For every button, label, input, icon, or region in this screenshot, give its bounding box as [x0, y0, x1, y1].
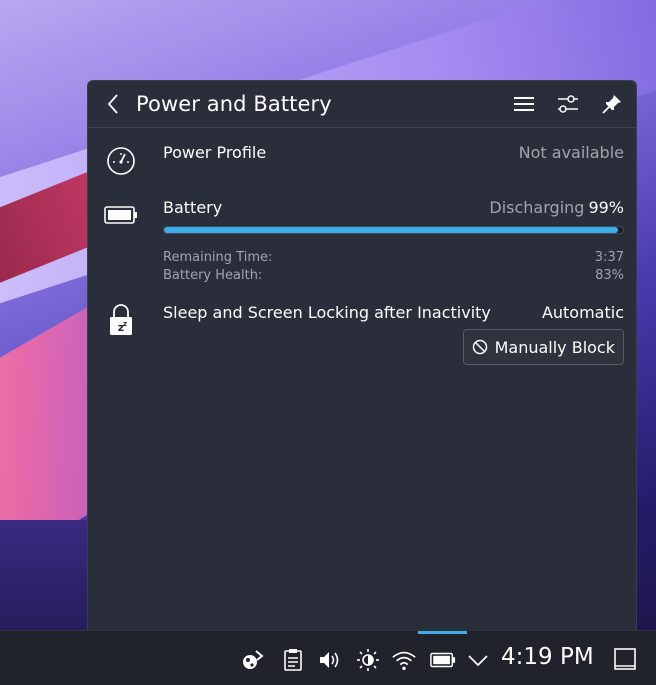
configure-button[interactable]	[556, 92, 580, 116]
manually-block-label: Manually Block	[494, 337, 615, 357]
hamburger-menu-icon	[514, 97, 534, 111]
battery-health-row: Battery Health: 83%	[163, 268, 624, 283]
brightness-icon[interactable]	[355, 647, 381, 673]
show-desktop-button[interactable]	[614, 648, 638, 672]
battery-status: Discharging 99%	[489, 198, 624, 217]
network-share-icon[interactable]	[240, 647, 266, 673]
back-button[interactable]	[102, 90, 124, 118]
sleep-label: Sleep and Screen Locking after Inactivit…	[163, 303, 491, 322]
show-desktop-icon	[614, 648, 636, 670]
popup-header: Power and Battery	[88, 81, 636, 128]
battery-icon[interactable]	[430, 647, 456, 673]
remaining-time-value: 3:37	[594, 250, 624, 265]
battery-full-icon	[104, 198, 138, 232]
battery-health-value: 83%	[595, 268, 624, 283]
battery-label: Battery	[163, 198, 223, 217]
battery-state-text: Discharging	[489, 198, 585, 217]
chevron-down-icon[interactable]	[465, 647, 491, 673]
pin-icon	[602, 95, 621, 114]
clipboard-icon[interactable]	[280, 647, 306, 673]
sleep-value: Automatic	[541, 303, 624, 322]
battery-progress-bar	[163, 226, 624, 234]
wifi-icon[interactable]	[391, 647, 417, 673]
remaining-time-row: Remaining Time: 3:37	[163, 250, 624, 265]
chevron-left-icon	[107, 94, 118, 114]
battery-percent-text: 99%	[588, 198, 624, 217]
power-profile-value: Not available	[518, 143, 624, 162]
block-icon	[472, 339, 487, 355]
speedometer-icon	[104, 144, 138, 178]
menu-button[interactable]	[512, 92, 536, 116]
power-battery-popup: Power and Battery Power Profile Not avai…	[87, 80, 637, 632]
remaining-time-label: Remaining Time:	[163, 250, 273, 265]
battery-progress-fill	[164, 227, 619, 233]
battery-health-label: Battery Health:	[163, 268, 263, 283]
sliders-icon	[558, 95, 578, 113]
clock[interactable]: 4:19 PM	[501, 644, 594, 670]
manually-block-button[interactable]: Manually Block	[462, 329, 624, 365]
pin-button[interactable]	[600, 92, 624, 116]
popup-title: Power and Battery	[136, 92, 332, 116]
taskbar: 4:19 PM	[0, 630, 656, 685]
volume-icon[interactable]	[316, 647, 342, 673]
svg-text:z: z	[123, 320, 127, 328]
active-tray-indicator	[418, 631, 467, 634]
lock-sleep-icon: z z	[104, 303, 138, 337]
power-profile-label: Power Profile	[163, 143, 267, 162]
